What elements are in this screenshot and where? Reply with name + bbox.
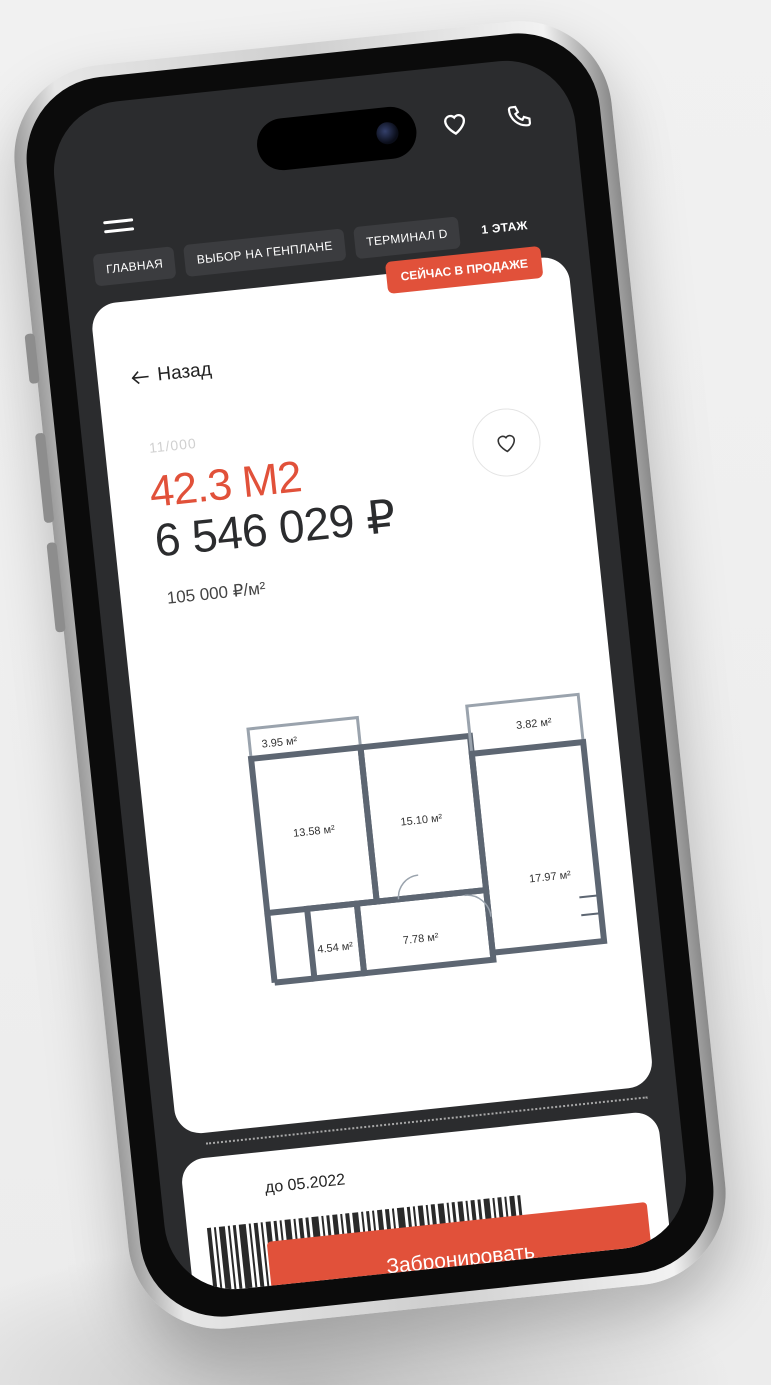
phone-mockup: Главная Выбор на генплане Терминал D 1 э…	[5, 12, 735, 1338]
hamburger-menu-icon[interactable]	[102, 212, 135, 239]
booking-deadline: до 05.2022	[264, 1171, 347, 1197]
breadcrumb-home[interactable]: Главная	[92, 246, 177, 287]
camera-icon	[375, 121, 400, 146]
room-living-label: 15.10 м²	[400, 812, 443, 828]
apartment-card: Сейчас в продаже Назад 11/000 42.3 М2 6 …	[89, 245, 655, 1136]
dynamic-island	[254, 104, 420, 173]
room-balcony-1-label: 3.95 м²	[261, 735, 298, 751]
room-balcony-2-label: 3.82 м²	[516, 716, 553, 732]
phone-frame: Главная Выбор на генплане Терминал D 1 э…	[5, 12, 735, 1338]
heart-icon[interactable]	[439, 109, 470, 138]
breadcrumb-masterplan[interactable]: Выбор на генплане	[183, 228, 347, 277]
screen: Главная Выбор на генплане Терминал D 1 э…	[47, 53, 693, 1297]
price-per-m2: 105 000 ₽/м²	[165, 578, 267, 608]
apartment-code: 11/000	[148, 434, 198, 456]
breadcrumb-floor[interactable]: 1 этаж	[468, 208, 541, 247]
header-actions	[439, 102, 533, 137]
heart-icon	[497, 434, 515, 453]
volume-down-button	[46, 542, 66, 633]
arrow-left-icon	[131, 371, 149, 385]
back-button[interactable]: Назад	[131, 359, 213, 389]
phone-icon[interactable]	[505, 102, 534, 131]
room-kitchen-label: 17.97 м²	[529, 869, 572, 885]
floor-plan: 3.95 м² 13.58 м² 15.10 м² 3.82 м² 4.54 м…	[246, 692, 608, 986]
phone-bezel: Главная Выбор на генплане Терминал D 1 э…	[18, 25, 722, 1325]
back-label: Назад	[156, 358, 213, 386]
favorite-button[interactable]	[469, 405, 544, 480]
room-bathroom-label: 4.54 м²	[317, 940, 354, 956]
volume-up-button	[34, 432, 55, 524]
room-hall-label: 7.78 м²	[402, 931, 439, 947]
room-bedroom-label: 13.58 м²	[293, 824, 336, 840]
mute-switch	[24, 333, 40, 384]
breadcrumb-terminal[interactable]: Терминал D	[352, 216, 462, 260]
